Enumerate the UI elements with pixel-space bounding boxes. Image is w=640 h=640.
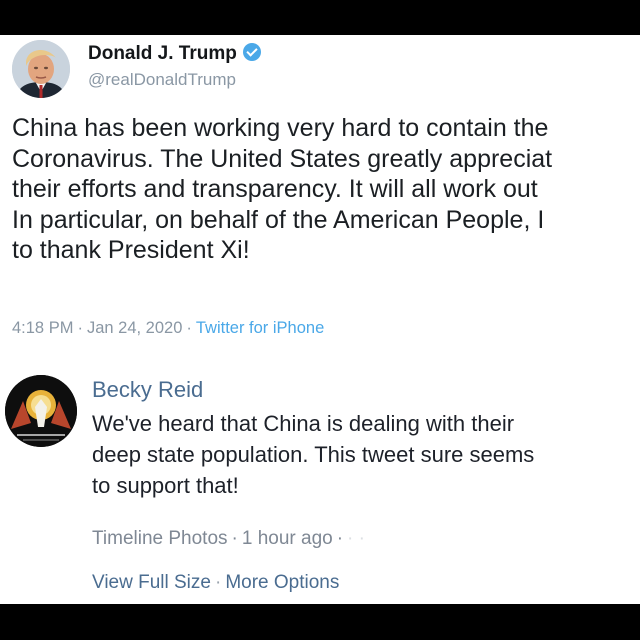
tweet-time: 4:18 PM — [12, 319, 74, 337]
action-separator: · — [214, 572, 222, 593]
comment-text-line: to support that! — [92, 473, 239, 498]
comment-text-line: We've heard that China is dealing with t… — [92, 411, 515, 436]
comment-text: We've heard that China is dealing with t… — [92, 408, 632, 501]
bottom-letterbox-bar — [0, 604, 640, 640]
commenter-name[interactable]: Becky Reid — [92, 377, 203, 403]
emblem-image — [5, 375, 77, 447]
tweet-author-handle[interactable]: @realDonaldTrump — [88, 70, 236, 90]
comment-meta: Timeline Photos · 1 hour ago · · · — [92, 528, 365, 550]
meta-separator: · — [336, 528, 344, 549]
album-link[interactable]: Timeline Photos — [92, 528, 228, 549]
tweet-text: China has been working very hard to cont… — [12, 113, 640, 266]
meta-separator: · — [186, 319, 192, 337]
tweet-meta: 4:18 PM · Jan 24, 2020 · Twitter for iPhone — [12, 319, 324, 338]
meta-separator: · — [77, 319, 83, 337]
verified-badge-icon — [242, 43, 261, 61]
tweet-text-line: to thank President Xi! — [12, 236, 250, 264]
comment-actions: View Full Size · More Options — [92, 572, 339, 594]
view-full-size-link[interactable]: View Full Size — [92, 572, 211, 593]
screenshot-panel: Donald J. Trump @realDonaldTrump China h… — [0, 35, 640, 604]
tweet-date[interactable]: Jan 24, 2020 — [87, 319, 182, 337]
tweet-source-link[interactable]: Twitter for iPhone — [196, 319, 324, 337]
tweet-text-line: China has been working very hard to cont… — [12, 114, 549, 142]
tweet-text-line: Coronavirus. The United States greatly a… — [12, 144, 553, 173]
comment-time[interactable]: 1 hour ago — [242, 528, 333, 549]
top-letterbox-bar — [0, 0, 640, 35]
portrait-image — [12, 40, 70, 98]
comment-text-line: deep state population. This tweet sure s… — [92, 442, 535, 467]
meta-separator: · — [231, 528, 238, 549]
author-avatar[interactable] — [12, 40, 70, 98]
commenter-avatar[interactable] — [5, 375, 77, 447]
tweet-author-name[interactable]: Donald J. Trump — [88, 43, 261, 65]
more-options-link[interactable]: More Options — [225, 572, 339, 593]
tweet-text-line: In particular, on behalf of the American… — [12, 205, 545, 234]
tweet-text-line: their efforts and transparency. It will … — [12, 175, 538, 203]
obscured-meta-tail: · · — [347, 528, 365, 549]
